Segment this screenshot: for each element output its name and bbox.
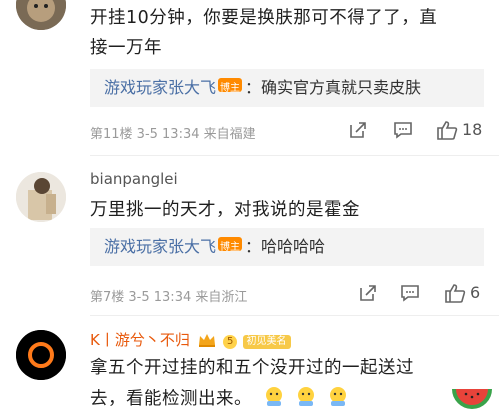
- comment-text-line: 接一万年: [90, 38, 162, 58]
- username[interactable]: K丨游兮丶不归: [90, 331, 190, 349]
- comment-item: K丨游兮丶不归 5 初见美名 拿五个开过挂的和五个没开过的一起送过 去，看能检测…: [0, 315, 499, 415]
- reply-box[interactable]: 游戏玩家张大飞 博主 ：确实官方真就只卖皮肤: [90, 69, 484, 107]
- comment-meta: 第11楼 3-5 13:34 来自福建: [90, 127, 256, 142]
- comment-actions: 18: [348, 120, 488, 144]
- username[interactable]: bianpanglei: [90, 170, 178, 188]
- comment-text-line: 万里挑一的天才，对我说的是霍金: [90, 200, 360, 220]
- comment-text-line: 去，看能检测出来。: [90, 384, 414, 419]
- reply-line: 游戏玩家张大飞 博主 ：哈哈哈哈: [104, 236, 325, 258]
- divider: [90, 155, 499, 156]
- avatar[interactable]: [16, 330, 66, 380]
- comment-text: 拿五个开过挂的和五个没开过的一起送过 去，看能检测出来。: [90, 353, 414, 419]
- share-icon[interactable]: [348, 120, 368, 144]
- like-count: 18: [462, 120, 483, 139]
- comment-text-line: 拿五个开过挂的和五个没开过的一起送过: [90, 358, 414, 378]
- like-count: 6: [470, 283, 481, 302]
- reply-text: ：确实官方真就只卖皮肤: [245, 78, 422, 97]
- share-icon[interactable]: [358, 283, 378, 307]
- comment-icon[interactable]: [400, 283, 420, 307]
- like-icon[interactable]: [444, 283, 466, 307]
- crown-icon: [198, 332, 216, 352]
- comment-meta: 第7楼 3-5 13:34 来自浙江: [90, 290, 248, 305]
- emoji-icon: [296, 386, 316, 419]
- fan-badge: 初见美名: [242, 335, 291, 349]
- host-badge: 博主: [218, 78, 243, 94]
- reply-text: ：哈哈哈哈: [245, 237, 326, 256]
- comment-text-segment: 去，看能检测出来。: [90, 389, 252, 409]
- like-icon[interactable]: [436, 120, 458, 144]
- comment-text: 开挂10分钟，你要是换肤那可不得了了，直 接一万年: [90, 3, 437, 63]
- comment-actions: 6: [358, 283, 488, 307]
- level-badge: 5: [223, 335, 238, 349]
- comment-item: bianpanglei 万里挑一的天才，对我说的是霍金 游戏玩家张大飞 博主 ：哈哈…: [0, 160, 499, 316]
- reply-box[interactable]: 游戏玩家张大飞 博主 ：哈哈哈哈: [90, 228, 484, 266]
- comment-icon[interactable]: [393, 120, 413, 144]
- reply-username[interactable]: 游戏玩家张大飞: [104, 78, 216, 97]
- avatar[interactable]: [16, 172, 66, 222]
- reply-username[interactable]: 游戏玩家张大飞: [104, 237, 216, 256]
- host-badge: 博主: [218, 237, 243, 253]
- level-number: 5: [227, 336, 234, 347]
- reply-line: 游戏玩家张大飞 博主 ：确实官方真就只卖皮肤: [104, 77, 421, 99]
- comment-text: 万里挑一的天才，对我说的是霍金: [90, 195, 360, 225]
- emoji-icon: [264, 386, 284, 419]
- watermelon-sticker-icon: [452, 385, 492, 419]
- avatar[interactable]: [16, 0, 66, 30]
- emoji-icon: [328, 386, 348, 419]
- username-row: K丨游兮丶不归 5 初见美名: [90, 329, 291, 349]
- comment-text-line: 开挂10分钟，你要是换肤那可不得了了，直: [90, 8, 438, 28]
- comment-item: 开挂10分钟，你要是换肤那可不得了了，直 接一万年 游戏玩家张大飞 博主 ：确实官方…: [0, 0, 499, 160]
